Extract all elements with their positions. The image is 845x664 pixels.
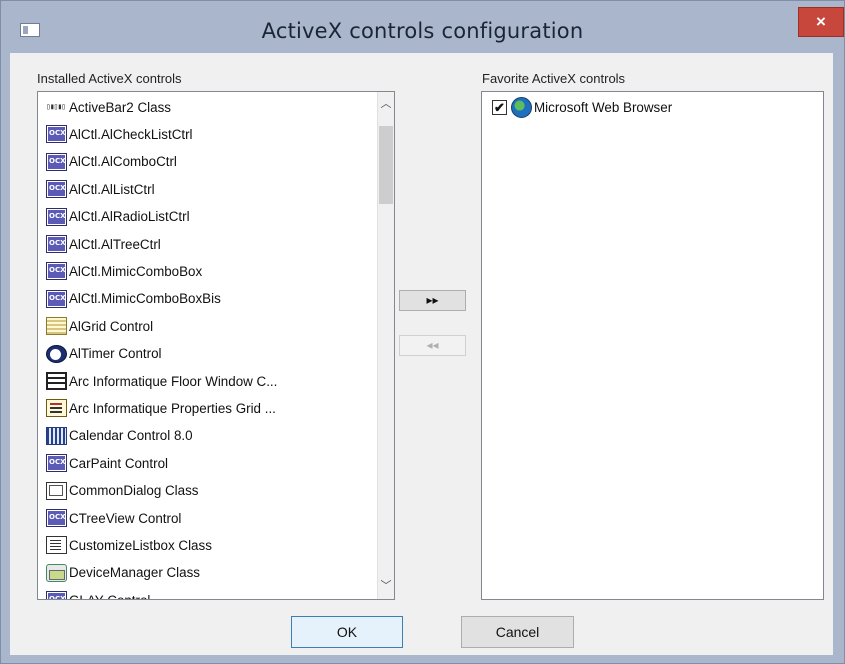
list-item[interactable]: CommonDialog Class: [46, 478, 199, 504]
dialog-window: ActiveX controls configuration × Install…: [0, 0, 845, 664]
window-title: ActiveX controls configuration: [261, 19, 584, 43]
list-item-label: AlCtl.AlComboCtrl: [69, 154, 177, 170]
list-item[interactable]: AlCtl.AlComboCtrl: [46, 149, 177, 175]
device-icon: [46, 563, 67, 582]
title-bar[interactable]: ActiveX controls configuration ×: [1, 1, 844, 52]
ocx-icon: [46, 262, 67, 281]
list-item[interactable]: GLAY Control: [46, 587, 150, 599]
scroll-thumb[interactable]: [379, 126, 393, 204]
favorite-controls-label: Favorite ActiveX controls: [482, 71, 626, 86]
ocx-icon: [46, 125, 67, 144]
ocx-icon: [46, 289, 67, 308]
list-item-label: CommonDialog Class: [69, 483, 199, 499]
list-item-label: CustomizeListbox Class: [69, 537, 212, 553]
list-item-label: DeviceManager Class: [69, 565, 200, 581]
calendar-icon: [46, 426, 67, 445]
ocx-icon: [46, 235, 67, 253]
ocx-icon: [46, 591, 67, 599]
favorite-controls-list[interactable]: ✔ Microsoft Web Browser: [481, 91, 824, 600]
dialog-body: Installed ActiveX controls GLAY Control D…: [10, 53, 833, 655]
list-item-label: AlCtl.AlTreeCtrl: [69, 236, 161, 252]
list-item-label: CTreeView Control: [69, 510, 182, 526]
scroll-down-icon[interactable]: ﹀: [378, 578, 394, 595]
list-item[interactable]: AlCtl.MimicComboBoxBis: [46, 286, 221, 312]
list-item-label: AlGrid Control: [69, 318, 154, 334]
list-item-label: Calendar Control 8.0: [69, 428, 193, 444]
dialog-icon: [46, 481, 67, 500]
ocx-icon: [46, 509, 67, 527]
list-item-label: GLAY Control: [69, 593, 150, 599]
properties-icon: [46, 399, 67, 418]
list-item[interactable]: Calendar Control 8.0: [46, 423, 193, 449]
list-item[interactable]: AlGrid Control: [46, 313, 153, 339]
list-item-label: AlCtl.AlRadioListCtrl: [69, 209, 190, 225]
list-item[interactable]: AlCtl.AlRadioListCtrl: [46, 204, 190, 230]
ocx-icon: [46, 152, 67, 171]
list-item-label: ActiveBar2 Class: [69, 99, 171, 115]
list-item[interactable]: CTreeView Control: [46, 505, 181, 531]
list-item[interactable]: CarPaint Control: [46, 450, 168, 476]
remove-all-button[interactable]: ◂◂: [399, 335, 466, 356]
add-all-button[interactable]: ▸▸: [399, 290, 466, 311]
bar-icon: ▯▮▯▮▯: [46, 102, 66, 111]
close-button[interactable]: ×: [798, 7, 844, 37]
listbox-icon: [46, 536, 67, 555]
checkbox[interactable]: ✔: [492, 99, 507, 115]
installed-list-scrollbar[interactable]: ︿ ﹀: [377, 92, 394, 599]
installed-controls-list[interactable]: GLAY Control DeviceManager Class Customize…: [37, 91, 395, 600]
list-item-label: AlCtl.AlListCtrl: [69, 181, 155, 197]
ocx-icon: [46, 207, 67, 226]
list-item[interactable]: DeviceManager Class: [46, 560, 200, 586]
installed-controls-label: Installed ActiveX controls: [37, 71, 182, 86]
list-item[interactable]: AlCtl.AlCheckListCtrl: [46, 121, 193, 147]
timer-icon: [46, 344, 67, 363]
list-item-label: AlTimer Control: [69, 346, 162, 362]
ocx-icon: [46, 454, 67, 473]
ok-button[interactable]: OK: [291, 616, 403, 648]
list-item[interactable]: CustomizeListbox Class: [46, 532, 212, 558]
list-item[interactable]: Arc Informatique Floor Window C...: [46, 368, 277, 394]
list-item-label: AlCtl.MimicComboBoxBis: [69, 291, 221, 307]
window-icon: [46, 372, 67, 390]
list-item-label: Arc Informatique Floor Window C...: [69, 373, 278, 389]
grid-icon: [46, 317, 67, 336]
list-item-label: AlCtl.AlCheckListCtrl: [69, 126, 193, 142]
globe-icon: [511, 96, 532, 118]
list-item[interactable]: ▯▮▯▮▯ ActiveBar2 Class: [46, 94, 171, 120]
list-item[interactable]: AlCtl.AlTreeCtrl: [46, 231, 161, 257]
scroll-up-icon[interactable]: ︿: [378, 96, 394, 113]
list-item-label: Microsoft Web Browser: [534, 99, 673, 115]
list-item[interactable]: AlCtl.AlListCtrl: [46, 176, 155, 202]
list-item-label: Arc Informatique Properties Grid ...: [69, 400, 276, 416]
list-item[interactable]: Arc Informatique Properties Grid ...: [46, 395, 276, 421]
list-item-label: AlCtl.MimicComboBox: [69, 263, 203, 279]
ocx-icon: [46, 180, 67, 199]
list-item[interactable]: AlCtl.MimicComboBox: [46, 258, 202, 284]
list-item[interactable]: AlTimer Control: [46, 341, 162, 367]
list-item-label: CarPaint Control: [69, 455, 168, 471]
favorite-list-item[interactable]: ✔ Microsoft Web Browser: [492, 94, 672, 120]
cancel-button[interactable]: Cancel: [461, 616, 574, 648]
